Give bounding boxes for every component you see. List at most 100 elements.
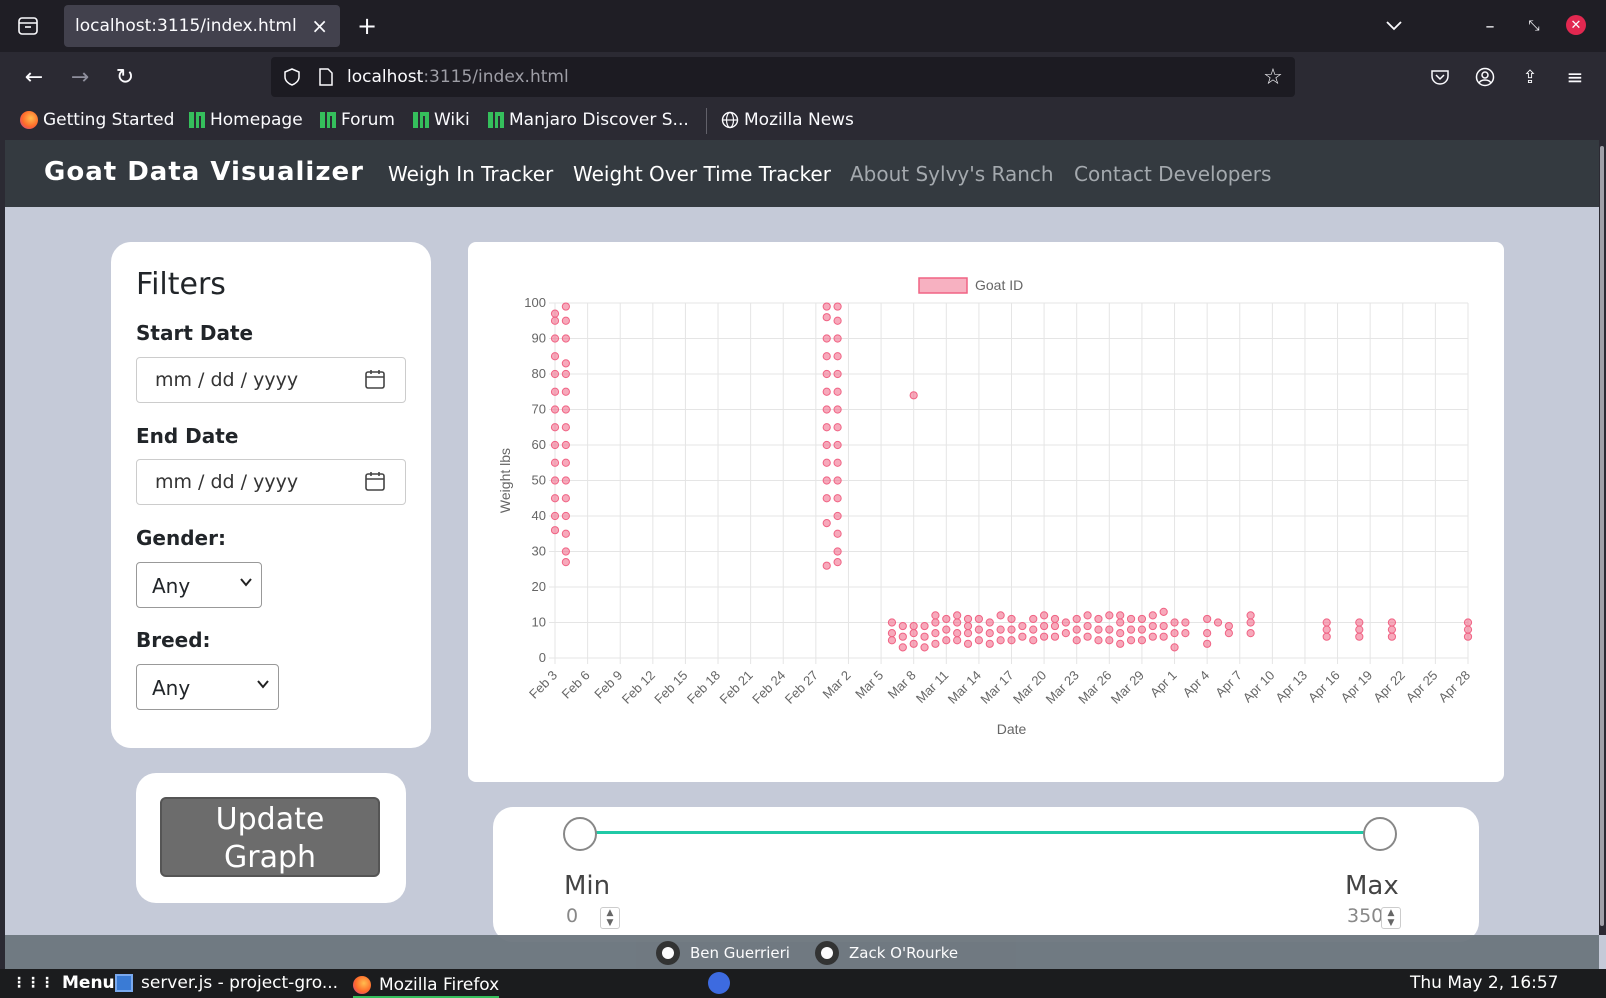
back-icon[interactable]: ← [22,65,46,90]
data-point [833,547,842,556]
chevron-down-icon [240,578,252,587]
data-point [1083,632,1092,641]
site-brand[interactable]: Goat Data Visualizer [44,157,364,187]
data-point [550,423,560,432]
taskbar-menu-button[interactable]: ⋮⋮⋮ Menu [12,973,115,993]
x-tick-label: Feb 12 [619,668,658,707]
bookmark-getting-started[interactable]: Getting Started [20,110,174,130]
data-point [561,405,570,414]
pocket-icon[interactable] [1428,65,1452,89]
data-point [1094,636,1103,645]
editor-icon [115,974,133,992]
data-point [996,625,1005,634]
data-point [561,440,570,450]
data-point [561,511,570,521]
bookmark-mozilla-news[interactable]: Mozilla News [721,110,854,130]
data-point [1463,618,1473,627]
manjaro-icon [488,112,504,128]
update-panel: Update Graph [136,773,406,903]
browser-tab-strip: localhost:3115/index.html × + – ⤡ ✕ [0,0,1606,52]
slider-min-handle[interactable] [563,817,597,851]
slider-max-handle[interactable] [1363,817,1397,851]
data-point [561,334,570,343]
data-point [920,621,929,631]
nav-weight-over-time-tracker[interactable]: Weight Over Time Tracker [573,162,831,186]
taskbar-item-firefox[interactable]: Mozilla Firefox [353,973,500,998]
author-link-1[interactable]: Ben Guerrieri [656,941,790,965]
reload-icon[interactable]: ↻ [113,65,137,90]
author-link-2[interactable]: Zack O'Rourke [815,941,958,965]
hamburger-menu-icon[interactable]: ≡ [1563,65,1587,89]
max-value-input[interactable]: 350 [1347,905,1383,927]
data-point [1159,632,1168,641]
chart-panel: 0 10 20 30 40 50 60 70 80 90 100 Feb 3 Feb 6 Feb 9 Feb… [468,242,1504,782]
data-point [1322,632,1331,641]
min-value-input[interactable]: 0 [566,905,578,927]
data-point [1007,614,1016,624]
start-date-label: Start Date [136,321,254,345]
data-point [822,440,831,450]
tab-list-icon[interactable] [16,14,40,38]
data-point [550,511,560,521]
start-date-input[interactable]: mm / dd / yyyy [136,357,406,403]
bookmark-forum[interactable]: Forum [320,110,395,130]
data-point [833,558,842,567]
data-point [963,621,973,631]
browser-tab-active[interactable]: localhost:3115/index.html × [64,5,340,47]
scrollbar-thumb[interactable] [1600,146,1604,926]
nav-about-ranch[interactable]: About Sylvy's Ranch [850,162,1054,186]
data-point [561,558,570,567]
page-scrollbar[interactable] [1599,140,1606,935]
url-text[interactable]: localhost:3115/index.html [347,67,569,87]
manjaro-icon [413,112,429,128]
bookmark-manjaro-discover[interactable]: Manjaro Discover S... [488,110,689,130]
end-date-placeholder: mm / dd / yyyy [155,471,299,493]
filters-panel: Filters Start Date mm / dd / yyyy End Da… [111,242,431,748]
restore-icon[interactable]: ⤡ [1522,14,1546,38]
new-tab-icon[interactable]: + [355,12,379,40]
bookmark-homepage[interactable]: Homepage [189,110,303,130]
slider-track[interactable] [579,831,1383,834]
account-icon[interactable] [1473,65,1497,89]
data-point [1105,611,1114,620]
forward-icon[interactable]: → [68,65,92,90]
min-spinner[interactable]: ▲ ▼ [600,907,620,929]
taskbar-item-editor[interactable]: server.js - project-gro... [115,973,338,993]
gender-select[interactable]: Any [136,562,262,608]
data-point [1170,629,1179,638]
data-point [887,618,897,627]
bookmark-wiki[interactable]: Wiki [413,110,470,130]
data-point [1203,639,1212,648]
calendar-icon[interactable] [365,471,385,491]
data-point [833,423,842,432]
taskbar-clock[interactable]: Thu May 2, 16:57 [1410,973,1559,993]
tray-app-icon[interactable] [708,972,730,994]
nav-weigh-in-tracker[interactable]: Weigh In Tracker [388,162,553,186]
end-date-input[interactable]: mm / dd / yyyy [136,459,406,505]
extensions-icon[interactable]: ⇪ [1518,65,1542,89]
data-point [550,352,560,361]
tab-overflow-chevron-icon[interactable] [1382,14,1406,38]
y-axis-title: Weight lbs [497,448,513,513]
data-point [1170,618,1179,627]
minimize-icon[interactable]: – [1478,14,1502,38]
shield-icon[interactable] [281,66,303,88]
data-point [822,561,831,570]
author-name: Zack O'Rourke [849,944,959,962]
data-point [1018,621,1027,631]
bookmark-star-icon[interactable]: ☆ [1261,65,1285,90]
url-bar[interactable]: localhost:3115/index.html ☆ [271,57,1295,97]
calendar-icon[interactable] [365,369,385,389]
data-point [942,614,951,624]
legend-swatch [918,277,968,294]
update-graph-button[interactable]: Update Graph [160,797,380,877]
data-point [561,302,570,311]
close-window-icon[interactable]: ✕ [1566,15,1586,35]
tab-close-icon[interactable]: × [311,14,328,38]
breed-select[interactable]: Any [136,664,279,710]
x-tick-label: Apr 16 [1305,668,1343,706]
data-point [550,476,560,485]
nav-contact-developers[interactable]: Contact Developers [1074,162,1271,186]
max-spinner[interactable]: ▲ ▼ [1381,907,1401,929]
data-point [561,458,570,467]
